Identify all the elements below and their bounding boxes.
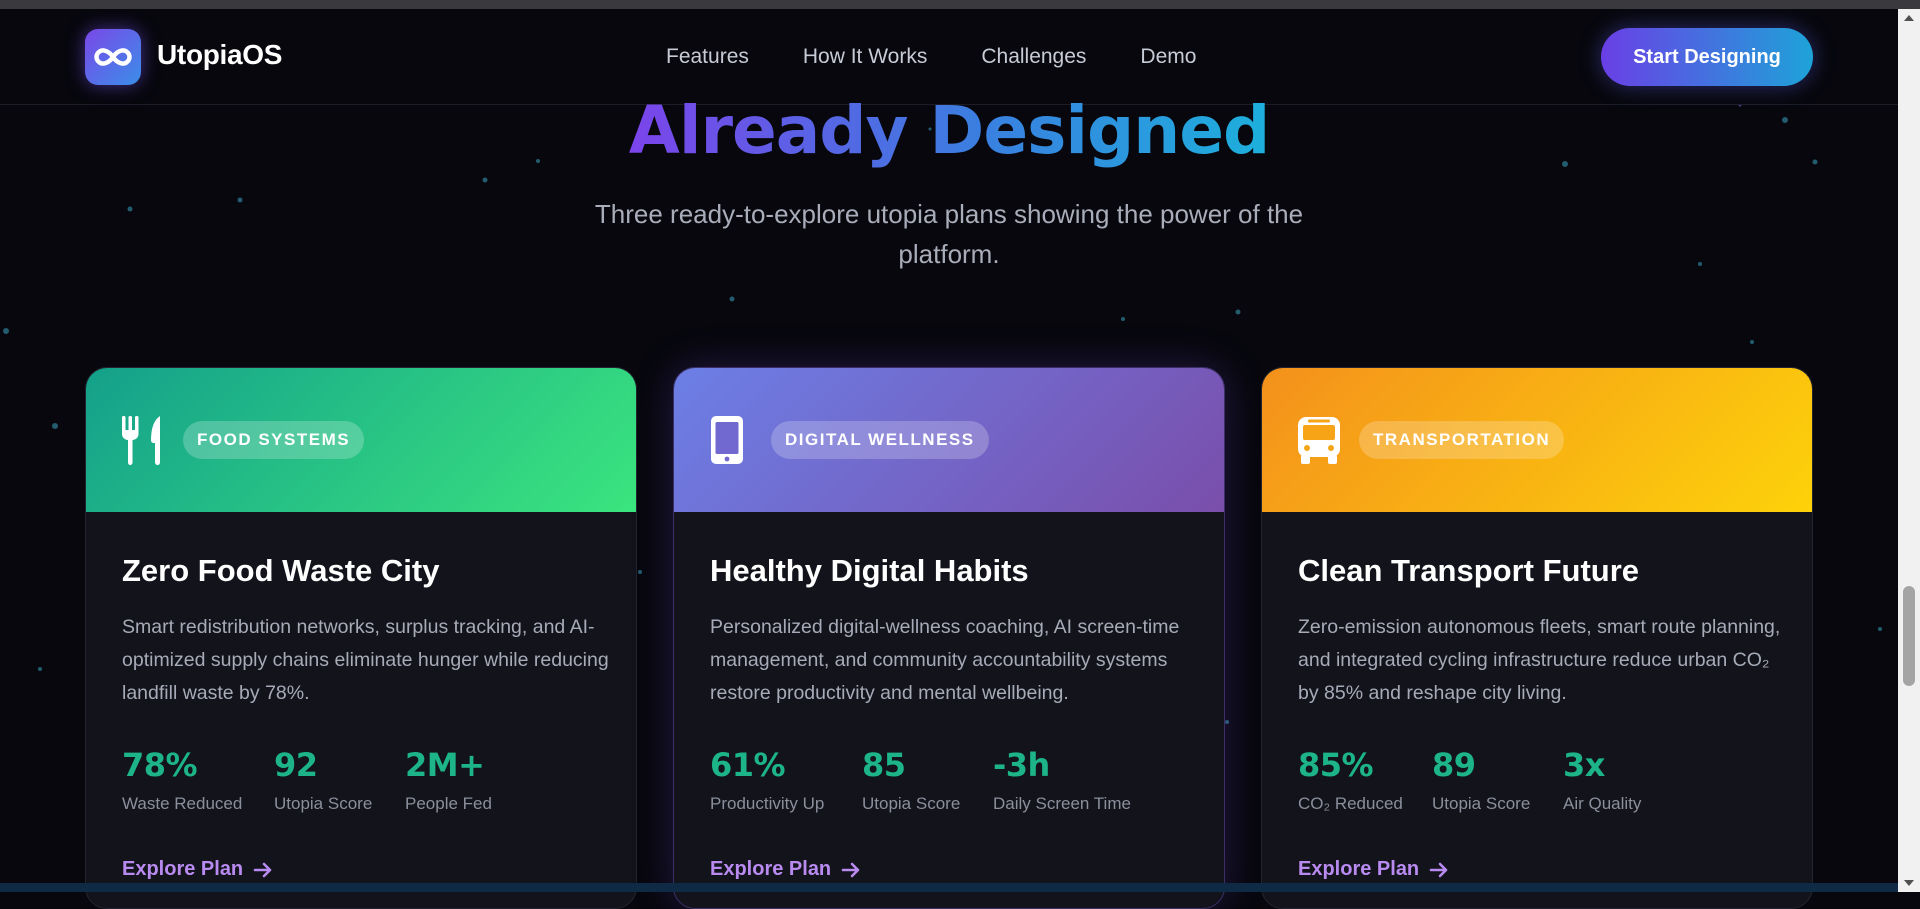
- stat-value: 92: [274, 746, 318, 784]
- smartphone-icon: [711, 416, 743, 464]
- arrow-right-icon: [1429, 862, 1448, 877]
- card-stats: 61% Productivity Up 85 Utopia Score -3h …: [710, 746, 1131, 814]
- scrollbar-thumb[interactable]: [1903, 586, 1915, 686]
- explore-plan-label: Explore Plan: [710, 858, 832, 880]
- stat-value: 89: [1432, 746, 1476, 784]
- stat-value: 3x: [1563, 746, 1605, 784]
- category-badge: TRANSPORTATION: [1359, 421, 1565, 459]
- brand-name[interactable]: UtopiaOS: [157, 39, 282, 71]
- card-description: Zero-emission autonomous fleets, smart r…: [1298, 616, 1781, 704]
- logo-mark[interactable]: [85, 29, 141, 85]
- nav-link-how-it-works[interactable]: How It Works: [803, 45, 927, 69]
- stat-item: 78% Waste Reduced: [122, 746, 244, 814]
- arrow-right-icon: [841, 862, 860, 877]
- plan-card-transport[interactable]: TRANSPORTATION Clean Transport Future Ze…: [1261, 367, 1813, 909]
- nav-link-demo[interactable]: Demo: [1140, 45, 1196, 69]
- explore-plan-link[interactable]: Explore Plan: [122, 858, 273, 881]
- stat-value: 85%: [1298, 746, 1374, 784]
- infinity-icon: [94, 48, 132, 66]
- stat-item: 61% Productivity Up: [710, 746, 832, 814]
- stat-label: CO₂ Reduced: [1298, 794, 1403, 813]
- plan-card-digital[interactable]: DIGITAL WELLNESS Healthy Digital Habits …: [673, 367, 1225, 909]
- stat-label: Utopia Score: [274, 794, 373, 813]
- nav-links: Features How It Works Challenges Demo: [666, 45, 1196, 69]
- explore-plan-label: Explore Plan: [1298, 858, 1420, 880]
- explore-plan-link[interactable]: Explore Plan: [1298, 858, 1449, 881]
- fork-knife-icon: [122, 416, 160, 465]
- stat-label: Air Quality: [1563, 794, 1642, 813]
- card-header: TRANSPORTATION: [1262, 368, 1812, 512]
- card-stats: 85% CO₂ Reduced 89 Utopia Score 3x Air Q…: [1298, 746, 1641, 814]
- nav-link-challenges[interactable]: Challenges: [981, 45, 1086, 69]
- stat-value: 61%: [710, 746, 786, 784]
- stat-label: Utopia Score: [862, 794, 961, 813]
- card-description: Personalized digital-wellness coaching, …: [710, 616, 1180, 704]
- card-title: Clean Transport Future: [1298, 553, 1640, 588]
- scroll-up-icon[interactable]: [1898, 9, 1920, 27]
- stat-label: Productivity Up: [710, 794, 825, 813]
- bus-icon: [1298, 417, 1340, 464]
- stat-item: 3x Air Quality: [1563, 746, 1641, 814]
- section-heading: Already Designed: [0, 92, 1898, 169]
- category-badge: FOOD SYSTEMS: [183, 421, 365, 459]
- stat-label: People Fed: [405, 794, 492, 813]
- card-title: Zero Food Waste City: [122, 553, 440, 588]
- stat-value: -3h: [993, 746, 1050, 784]
- arrow-right-icon: [253, 862, 272, 877]
- stat-label: Utopia Score: [1432, 794, 1531, 813]
- stat-item: 92 Utopia Score: [274, 746, 375, 814]
- explore-plan-label: Explore Plan: [122, 858, 244, 880]
- stat-value: 2M+: [405, 746, 485, 784]
- explore-plan-link[interactable]: Explore Plan: [710, 858, 861, 881]
- browser-bottom-strip: [0, 883, 1898, 892]
- stat-item: 2M+ People Fed: [405, 746, 492, 814]
- stat-value: 85: [862, 746, 906, 784]
- section-subtitle: Three ready-to-explore utopia plans show…: [594, 199, 1304, 269]
- nav-link-features[interactable]: Features: [666, 45, 749, 69]
- stat-item: 89 Utopia Score: [1432, 746, 1533, 814]
- top-navigation: UtopiaOS Features How It Works Challenge…: [0, 9, 1898, 105]
- card-header: DIGITAL WELLNESS: [674, 368, 1224, 512]
- scroll-down-icon[interactable]: [1898, 874, 1920, 892]
- stat-value: 78%: [122, 746, 198, 784]
- stat-item: 85% CO₂ Reduced: [1298, 746, 1403, 814]
- section-heading-text: Already Designed: [628, 92, 1270, 169]
- browser-top-strip: [0, 0, 1920, 9]
- stat-item: 85 Utopia Score: [862, 746, 963, 814]
- stat-label: Daily Screen Time: [993, 794, 1131, 813]
- plan-card-food[interactable]: FOOD SYSTEMS Zero Food Waste City Smart …: [85, 367, 637, 909]
- card-header: FOOD SYSTEMS: [86, 368, 636, 512]
- card-title: Healthy Digital Habits: [710, 553, 1029, 588]
- stat-label: Waste Reduced: [122, 794, 243, 813]
- page-scrollbar[interactable]: [1898, 9, 1920, 892]
- stat-item: -3h Daily Screen Time: [993, 746, 1131, 814]
- card-description: Smart redistribution networks, surplus t…: [122, 616, 609, 704]
- category-badge: DIGITAL WELLNESS: [771, 421, 989, 459]
- start-designing-button[interactable]: Start Designing: [1601, 28, 1813, 86]
- card-stats: 78% Waste Reduced 92 Utopia Score 2M+ Pe…: [122, 746, 492, 814]
